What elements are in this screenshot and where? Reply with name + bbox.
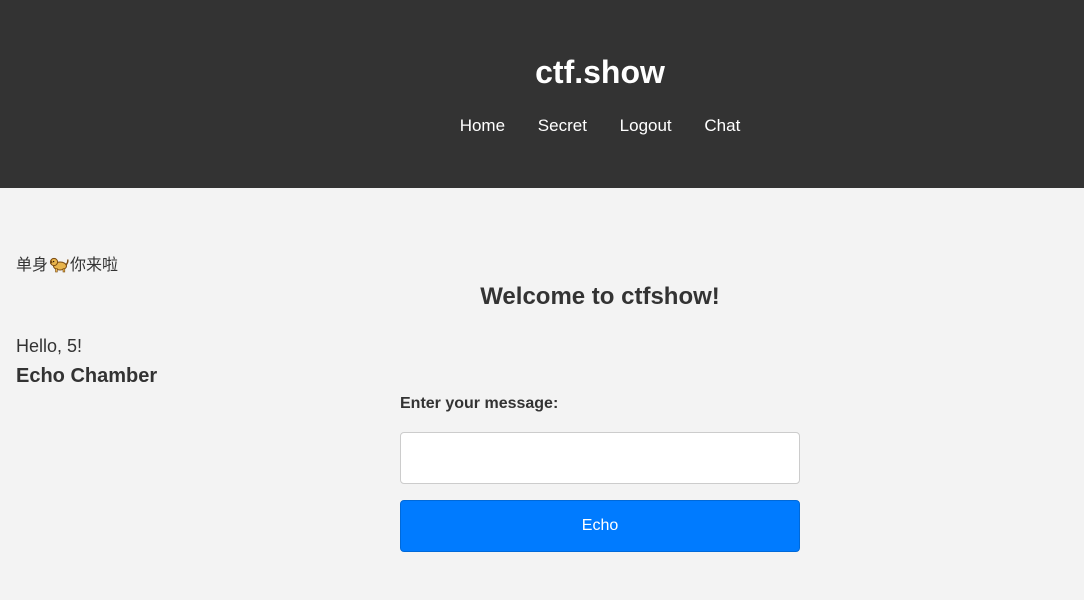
site-title: ctf.show [535,54,665,90]
message-label: Enter your message: [400,395,559,412]
main-nav: Home Secret Logout Chat [0,115,1084,137]
nav-chat-link[interactable]: Chat [704,116,740,135]
dog-icon [49,255,69,273]
tagline-text-after: 你来啦 [70,255,119,274]
message-input[interactable] [400,432,800,484]
echo-button[interactable]: Echo [400,500,800,552]
user-greeting: Hello, 5! [16,336,83,356]
site-header: ctf.show Home Secret Logout Chat [0,0,1084,188]
nav-secret-link[interactable]: Secret [538,116,587,135]
nav-home-link[interactable]: Home [460,116,505,135]
tagline: 单身 你来啦 [16,254,118,276]
nav-logout-link[interactable]: Logout [620,116,672,135]
echo-chamber-title: Echo Chamber [16,365,158,387]
welcome-heading: Welcome to ctfshow! [480,283,720,310]
tagline-text-before: 单身 [16,255,49,274]
